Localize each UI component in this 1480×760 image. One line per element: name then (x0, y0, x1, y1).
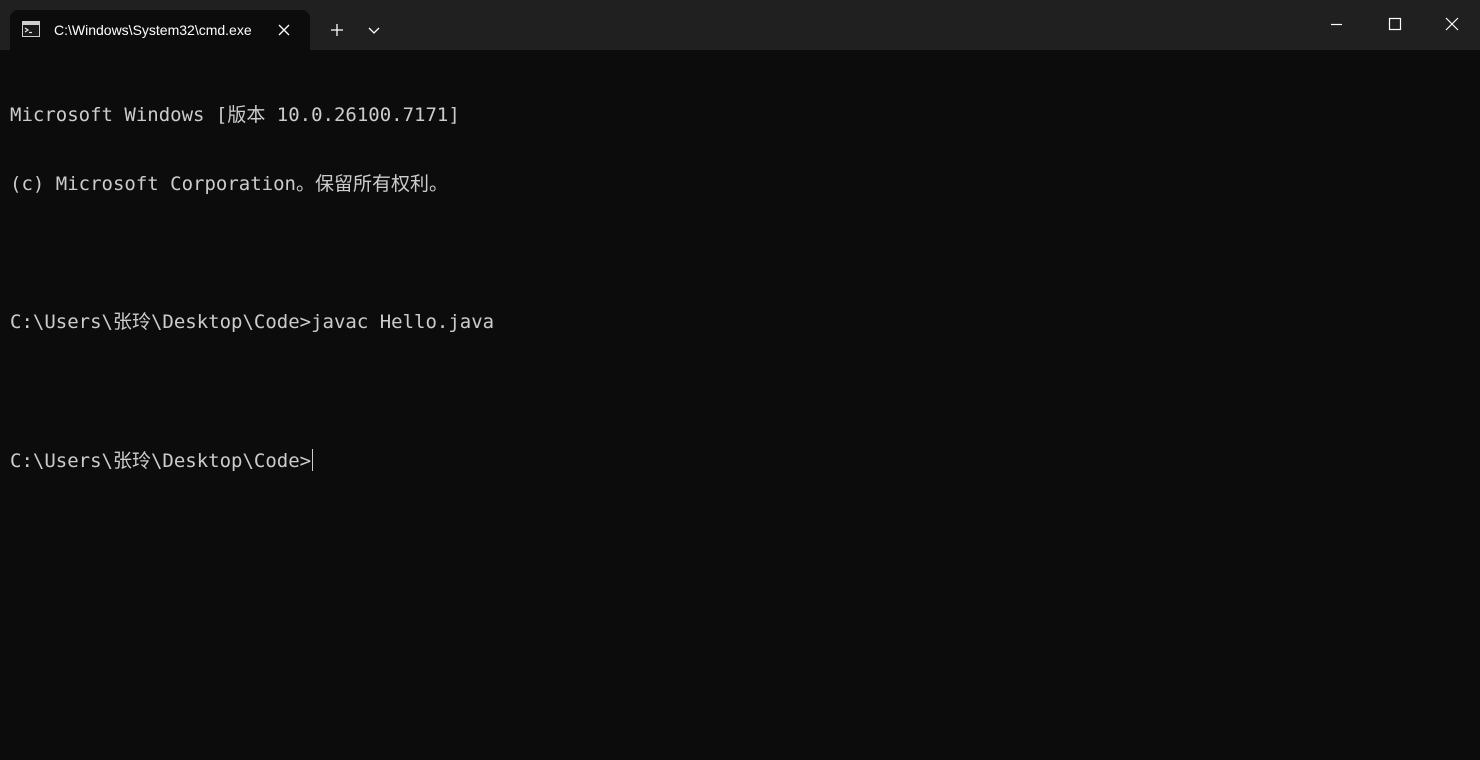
maximize-button[interactable] (1365, 0, 1423, 50)
text-cursor (312, 449, 314, 471)
new-tab-button[interactable] (322, 16, 352, 44)
minimize-button[interactable] (1307, 0, 1365, 50)
tab-dropdown-button[interactable] (360, 16, 388, 44)
tab-cmd[interactable]: C:\Windows\System32\cmd.exe (10, 10, 310, 50)
console-icon (22, 21, 40, 37)
console-line: (c) Microsoft Corporation。保留所有权利。 (10, 173, 448, 195)
console-prompt: C:\Users\张玲\Desktop\Code> (10, 450, 312, 472)
terminal-window: C:\Windows\System32\cmd.exe Microsoft Wi… (0, 0, 1480, 760)
close-window-button[interactable] (1423, 0, 1480, 50)
tab-title: C:\Windows\System32\cmd.exe (54, 22, 252, 38)
console-line: Microsoft Windows [版本 10.0.26100.7171] (10, 104, 460, 126)
close-tab-icon[interactable] (274, 20, 294, 40)
console-line: C:\Users\张玲\Desktop\Code>javac Hello.jav… (10, 311, 495, 333)
console-prompt-line[interactable]: C:\Users\张玲\Desktop\Code> (10, 449, 1470, 472)
console-output[interactable]: Microsoft Windows [版本 10.0.26100.7171] (… (10, 58, 1470, 748)
title-bar[interactable]: C:\Windows\System32\cmd.exe (0, 0, 1480, 50)
